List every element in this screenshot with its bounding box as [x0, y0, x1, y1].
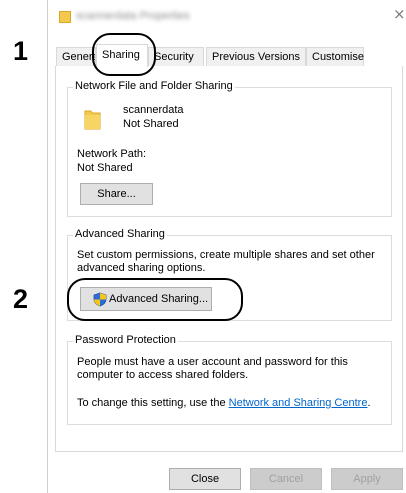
password-description-1: People must have a user account and pass… [77, 356, 348, 368]
tab-previous-versions[interactable]: Previous Versions [206, 47, 306, 66]
sharing-status: Not Shared [123, 118, 179, 130]
network-path-label: Network Path: [77, 148, 147, 160]
network-sharing-centre-link[interactable]: Network and Sharing Centre [229, 397, 368, 409]
folder-title-icon [59, 11, 71, 23]
advanced-sharing-description-2: advanced sharing options. [77, 262, 206, 274]
step-number-1: 1 [13, 36, 29, 66]
network-sharing-legend: Network File and Folder Sharing [73, 80, 235, 92]
advanced-sharing-description-1: Set custom permissions, create multiple … [77, 249, 375, 261]
cancel-button[interactable]: Cancel [250, 468, 322, 490]
advanced-sharing-highlight [67, 278, 243, 321]
apply-button[interactable]: Apply [331, 468, 403, 490]
share-button[interactable]: Share... [80, 183, 153, 205]
tab-customise[interactable]: Customise [306, 47, 364, 66]
close-icon[interactable]: × [393, 5, 406, 23]
change-setting-prefix: To change this setting, use the [77, 397, 229, 409]
folder-name: scannerdata [123, 104, 184, 116]
folder-icon [84, 110, 101, 130]
network-path-value: Not Shared [77, 162, 133, 174]
sharing-tab-highlight [92, 33, 156, 76]
window-title: scannerdata Properties [76, 10, 190, 22]
tab-security[interactable]: Security [148, 47, 204, 66]
change-setting-text: To change this setting, use the Network … [77, 397, 371, 410]
step-number-2: 2 [13, 284, 29, 314]
password-description-2: computer to access shared folders. [77, 369, 249, 381]
advanced-sharing-legend: Advanced Sharing [73, 228, 167, 240]
password-protection-legend: Password Protection [73, 334, 178, 346]
change-setting-suffix: . [367, 397, 371, 409]
tab-general[interactable]: General [56, 47, 96, 66]
close-button[interactable]: Close [169, 468, 241, 490]
password-protection-group [67, 341, 392, 425]
